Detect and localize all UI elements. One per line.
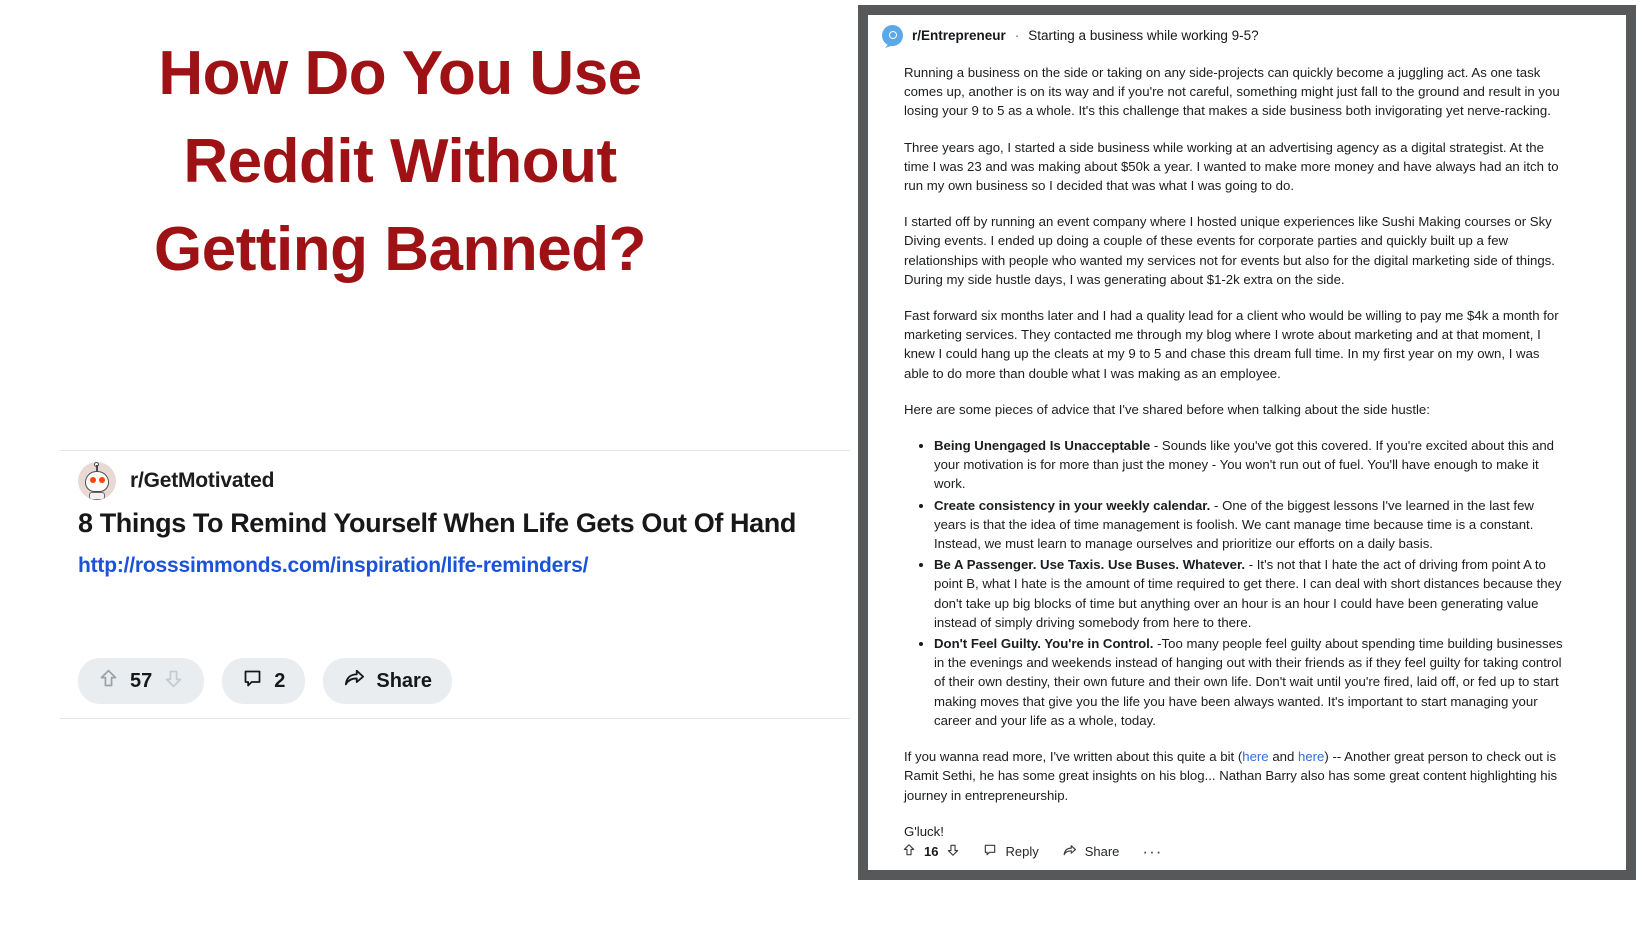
comment-bubble-icon: [242, 668, 263, 695]
list-item-title: Create consistency in your weekly calend…: [934, 497, 1211, 513]
thread-paragraph: Running a business on the side or taking…: [904, 65, 1560, 119]
thread-container: r/Entrepreneur · Starting a business whi…: [868, 15, 1626, 870]
thread-action-bar: 16 Reply Share ···: [902, 843, 1162, 860]
closing-paragraph: If you wanna read more, I've written abo…: [904, 747, 1564, 805]
arrow-up-icon[interactable]: [98, 668, 119, 695]
headline-line-1: How Do You Use: [158, 39, 642, 108]
left-panel: How Do You Use Reddit Without Getting Ba…: [0, 0, 860, 930]
thread-vote-group[interactable]: 16: [902, 843, 960, 860]
closing-pre-text: If you wanna read more, I've written abo…: [904, 749, 1243, 765]
ellipsis-icon[interactable]: ···: [1142, 843, 1162, 860]
arrow-down-icon[interactable]: [163, 668, 184, 695]
thread-share-button[interactable]: Share: [1062, 844, 1120, 860]
list-item: Don't Feel Guilty. You're in Control. -T…: [934, 634, 1564, 730]
share-pill[interactable]: Share: [323, 658, 452, 704]
advice-list: Being Unengaged Is Unacceptable - Sounds…: [904, 436, 1564, 730]
upvote-count: 57: [130, 669, 153, 692]
inline-link-1[interactable]: here: [1242, 749, 1268, 764]
arrow-up-icon[interactable]: [902, 843, 916, 860]
page-headline: How Do You Use Reddit Without Getting Ba…: [0, 30, 800, 294]
subreddit-name[interactable]: r/GetMotivated: [130, 469, 274, 493]
closing-mid-text: and: [1268, 749, 1298, 765]
headline-line-3: Getting Banned?: [154, 215, 646, 285]
subreddit-avatar-icon: [78, 462, 116, 500]
thread-paragraph: Three years ago, I started a side busine…: [904, 139, 1559, 194]
list-item-title: Be A Passenger. Use Taxis. Use Buses. Wh…: [934, 557, 1246, 573]
right-screenshot-panel: r/Entrepreneur · Starting a business whi…: [858, 5, 1636, 880]
post-title[interactable]: 8 Things To Remind Yourself When Life Ge…: [78, 508, 796, 539]
thread-upvote-count: 16: [924, 844, 939, 859]
list-item-title: Being Unengaged Is Unacceptable: [934, 438, 1151, 454]
comment-pill[interactable]: 2: [222, 658, 306, 704]
inline-link-2[interactable]: here: [1298, 749, 1324, 764]
comment-bubble-icon: [983, 843, 997, 860]
thread-title[interactable]: Starting a business while working 9-5?: [1028, 28, 1258, 43]
reply-label: Reply: [1005, 844, 1039, 859]
post-subreddit-row[interactable]: r/GetMotivated: [78, 462, 274, 500]
thread-separator: ·: [1014, 28, 1020, 43]
thread-header: r/Entrepreneur · Starting a business whi…: [882, 25, 1259, 46]
share-arrow-icon: [1062, 844, 1077, 860]
arrow-down-icon[interactable]: [946, 843, 960, 860]
thread-paragraph: Here are some pieces of advice that I've…: [904, 401, 1430, 417]
divider-top: [60, 450, 850, 451]
vote-pill[interactable]: 57: [78, 658, 205, 704]
divider-bottom: [60, 718, 850, 719]
share-arrow-icon: [343, 668, 365, 694]
reply-button[interactable]: Reply: [983, 843, 1039, 860]
thread-body: Running a business on the side or taking…: [904, 63, 1564, 858]
signoff-text: G'luck!: [904, 823, 944, 839]
thread-paragraph: I started off by running an event compan…: [904, 214, 1555, 287]
list-item-title: Don't Feel Guilty. You're in Control.: [934, 636, 1154, 652]
entrepreneur-lightbulb-icon: [882, 25, 903, 46]
headline-line-2: Reddit Without: [183, 127, 617, 197]
thread-share-label: Share: [1084, 844, 1120, 859]
post-link[interactable]: http://rosssimmonds.com/inspiration/life…: [78, 554, 588, 578]
comment-count: 2: [274, 669, 286, 692]
share-label: Share: [376, 669, 432, 692]
post-action-bar: 57 2 Share: [78, 658, 452, 704]
list-item: Being Unengaged Is Unacceptable - Sounds…: [934, 436, 1564, 494]
list-item: Create consistency in your weekly calend…: [934, 496, 1564, 554]
thread-subreddit[interactable]: r/Entrepreneur: [912, 28, 1006, 43]
list-item: Be A Passenger. Use Taxis. Use Buses. Wh…: [934, 555, 1564, 632]
thread-paragraph: Fast forward six months later and I had …: [904, 308, 1559, 381]
